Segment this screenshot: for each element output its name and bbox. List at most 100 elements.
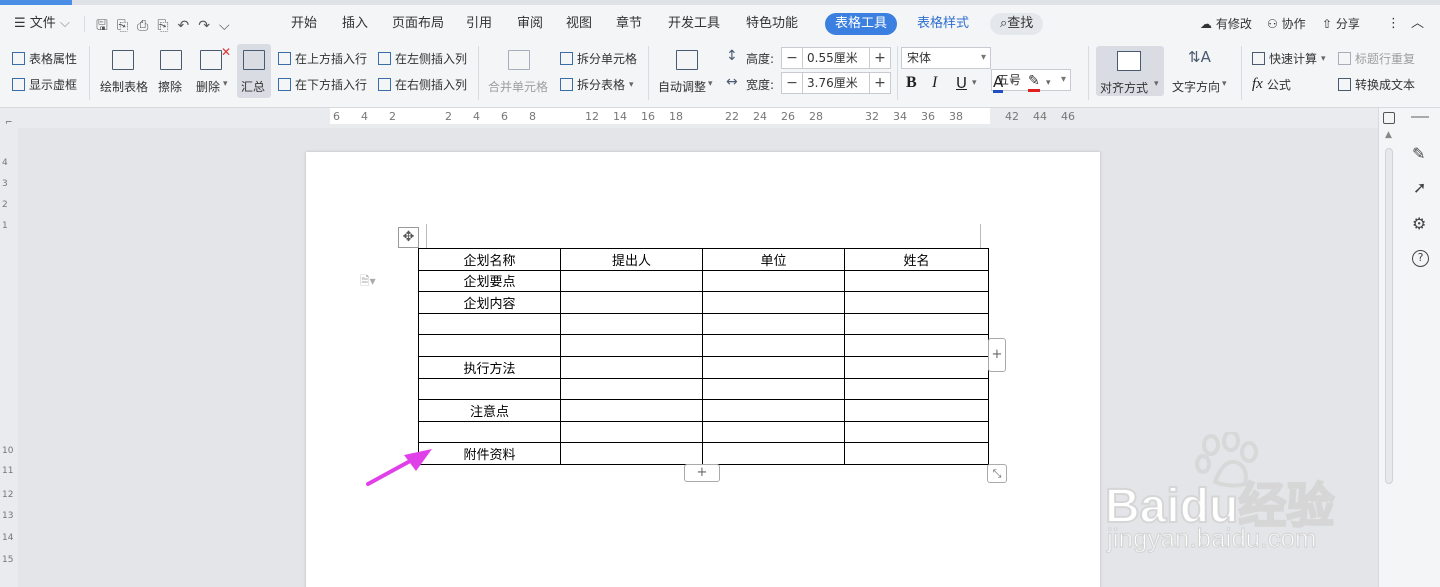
- highlight-icon[interactable]: ✎: [1028, 73, 1040, 92]
- table-cell[interactable]: [702, 420, 845, 444]
- font-color-button[interactable]: A: [993, 74, 1004, 93]
- table-row[interactable]: [418, 334, 989, 357]
- table-cell[interactable]: [702, 312, 845, 336]
- file-menu[interactable]: ☰ 文件 ⌵: [14, 12, 70, 36]
- table-cell[interactable]: [702, 291, 845, 314]
- table-props-button[interactable]: 表格属性: [12, 50, 77, 67]
- table-row[interactable]: [418, 312, 989, 336]
- insert-left-button[interactable]: 在左侧插入列: [378, 50, 467, 67]
- tab-developer[interactable]: 开发工具: [668, 12, 720, 36]
- move-table-icon[interactable]: ✥: [398, 227, 419, 248]
- minus-icon[interactable]: −: [782, 75, 802, 91]
- auto-adjust-button[interactable]: 自动调整 ▾: [658, 44, 718, 104]
- table-row[interactable]: [418, 420, 989, 444]
- table-cell[interactable]: [560, 312, 703, 336]
- repeat-header-button[interactable]: 标题行重复: [1338, 50, 1415, 67]
- erase-button[interactable]: 擦除: [158, 44, 188, 104]
- font-name-select[interactable]: 宋体: [901, 47, 991, 69]
- to-text-button[interactable]: 转换成文本: [1338, 76, 1415, 93]
- table-cell[interactable]: [844, 269, 989, 293]
- text-direction-button[interactable]: ⇅A 文字方向 ▾: [1172, 44, 1232, 104]
- quick-calc-button[interactable]: 快速计算 ▾: [1252, 50, 1326, 67]
- table-cell[interactable]: [844, 377, 989, 401]
- table-cell[interactable]: 单位: [702, 248, 845, 271]
- collapse-icon[interactable]: ︿: [1411, 12, 1424, 36]
- split-table-button[interactable]: 拆分表格 ▾: [560, 76, 634, 93]
- table-cell[interactable]: [702, 355, 845, 379]
- formula-button[interactable]: fx 公式: [1252, 76, 1291, 93]
- table-cell[interactable]: [560, 355, 703, 379]
- table-cell[interactable]: 执行方法: [418, 355, 561, 379]
- insert-above-button[interactable]: 在上方插入行: [278, 50, 367, 67]
- tab-table-style[interactable]: 表格样式: [917, 12, 969, 36]
- table-cell[interactable]: [844, 355, 989, 379]
- height-value[interactable]: 0.55厘米: [802, 48, 870, 68]
- insert-right-button[interactable]: 在右侧插入列: [378, 76, 467, 93]
- table-cell[interactable]: [560, 420, 703, 444]
- width-spinner[interactable]: − 3.76厘米 +: [781, 72, 891, 94]
- quick-access-icons[interactable]: 🖫⎘⎙⎘↶↷⌵: [96, 15, 239, 39]
- pen-icon[interactable]: ✎: [1412, 144, 1425, 163]
- tab-review[interactable]: 审阅: [517, 12, 543, 36]
- table-cell[interactable]: [844, 291, 989, 314]
- table-cell[interactable]: 企划要点: [418, 269, 561, 293]
- summary-button[interactable]: 汇总: [237, 44, 271, 98]
- table-cell[interactable]: [560, 269, 703, 293]
- table-cell[interactable]: 姓名: [844, 248, 989, 271]
- underline-button[interactable]: U: [956, 74, 967, 92]
- plus-icon[interactable]: +: [870, 75, 890, 91]
- tab-chapter[interactable]: 章节: [616, 12, 642, 36]
- show-grid-button[interactable]: 显示虚框: [12, 76, 77, 93]
- table-row[interactable]: 企划名称 提出人 单位 姓名: [418, 248, 989, 271]
- horizontal-ruler[interactable]: 6 4 2 2 4 6 8 12 14 16 18 22 24 26 28 32 34 36 38 42 44 46 ⌐: [0, 108, 1440, 128]
- tab-home[interactable]: 开始: [291, 12, 317, 36]
- tab-table-tools[interactable]: 表格工具: [825, 13, 898, 35]
- table-cell[interactable]: [560, 399, 703, 422]
- tab-stop-icon[interactable]: ⌐: [5, 118, 13, 128]
- table-cell[interactable]: [844, 442, 989, 465]
- table-cell[interactable]: [560, 291, 703, 314]
- table-cell[interactable]: [702, 334, 845, 357]
- tab-view[interactable]: 视图: [566, 12, 592, 36]
- table-row[interactable]: 注意点: [418, 399, 989, 422]
- table-cell[interactable]: [560, 377, 703, 401]
- table-cell[interactable]: [702, 442, 845, 465]
- modified-button[interactable]: ☁ 有修改: [1200, 12, 1252, 36]
- minus-icon[interactable]: −: [782, 50, 802, 66]
- table-cell[interactable]: [844, 334, 989, 357]
- table-cell[interactable]: [418, 420, 561, 444]
- plus-icon[interactable]: +: [870, 50, 890, 66]
- table-cell[interactable]: 企划名称: [418, 248, 561, 271]
- width-value[interactable]: 3.76厘米: [802, 73, 870, 93]
- scroll-up-icon[interactable]: ▲: [1385, 130, 1393, 142]
- add-column-button[interactable]: +: [988, 338, 1006, 372]
- table-row[interactable]: [418, 377, 989, 401]
- cursor-icon[interactable]: ➚: [1413, 178, 1426, 197]
- table-cell[interactable]: 企划内容: [418, 291, 561, 314]
- scrollbar[interactable]: [1385, 148, 1393, 484]
- table-cell[interactable]: [844, 399, 989, 422]
- tab-insert[interactable]: 插入: [342, 12, 368, 36]
- document-icon[interactable]: 🗎▾: [360, 272, 376, 293]
- table-cell[interactable]: [702, 269, 845, 293]
- vertical-ruler[interactable]: 4 3 2 1 10 11 12 13 14 15: [0, 128, 18, 587]
- draw-table-button[interactable]: 绘制表格: [100, 44, 148, 104]
- table-cell[interactable]: 提出人: [560, 248, 703, 271]
- table-cell[interactable]: [844, 312, 989, 336]
- table-cell[interactable]: [418, 312, 561, 336]
- table-row[interactable]: 附件资料: [418, 442, 989, 465]
- insert-below-button[interactable]: 在下方插入行: [278, 76, 367, 93]
- share-button[interactable]: ⇧ 分享: [1322, 12, 1360, 36]
- delete-button[interactable]: ✕ 删除 ▾: [196, 44, 232, 104]
- table-cell[interactable]: 注意点: [418, 399, 561, 422]
- table-cell[interactable]: [418, 334, 561, 357]
- search-button[interactable]: ⌕查找: [990, 13, 1044, 35]
- table-row[interactable]: 执行方法: [418, 355, 989, 379]
- table-cell[interactable]: [418, 377, 561, 401]
- help-icon[interactable]: ?: [1412, 250, 1429, 267]
- table-row[interactable]: 企划要点: [418, 269, 989, 293]
- tab-reference[interactable]: 引用: [466, 12, 492, 36]
- split-cells-button[interactable]: 拆分单元格: [560, 50, 637, 67]
- table-row[interactable]: 企划内容: [418, 291, 989, 314]
- collab-button[interactable]: ⚇ 协作: [1267, 12, 1306, 36]
